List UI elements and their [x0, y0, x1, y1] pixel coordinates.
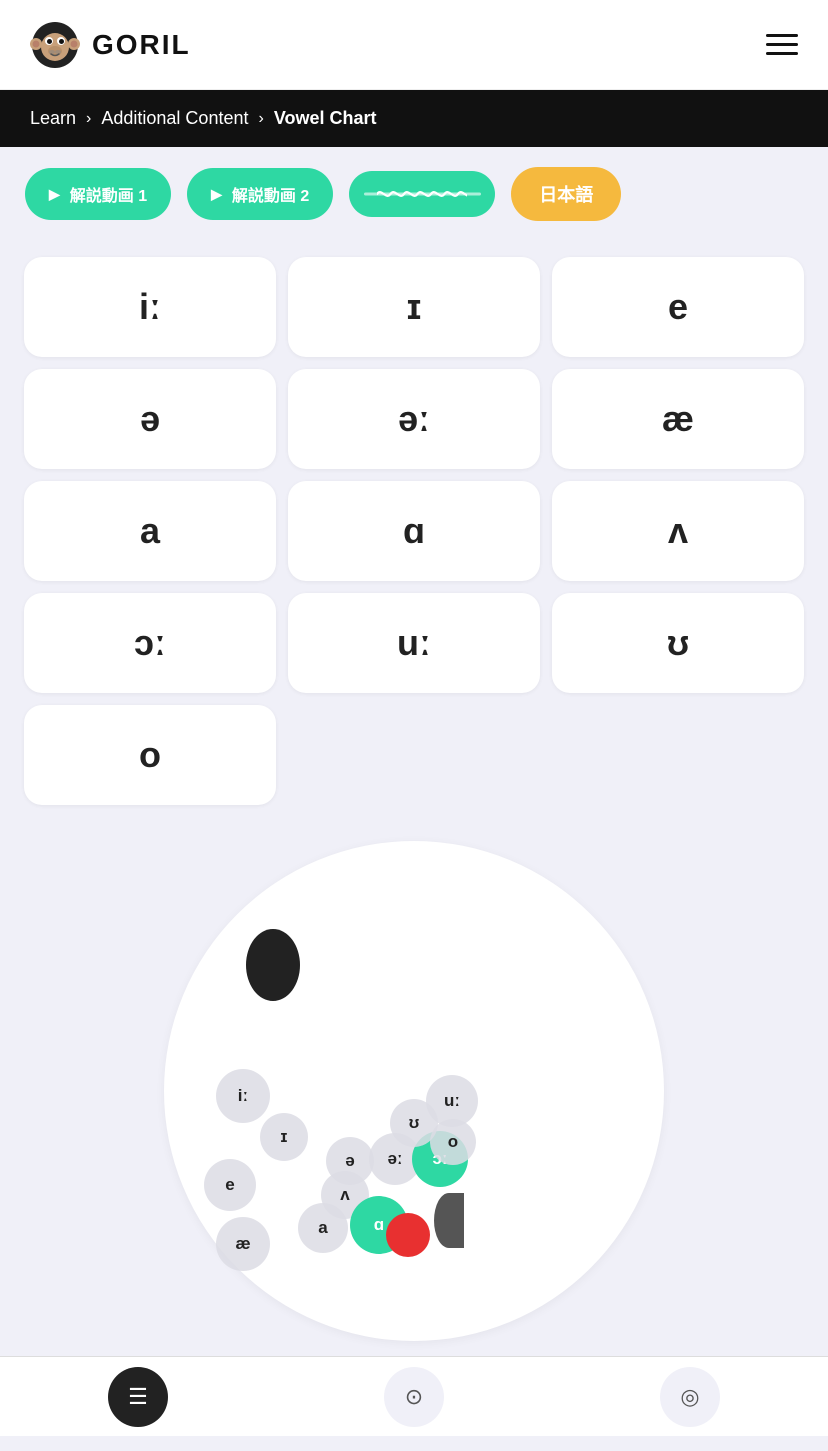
logo-text: GORIL: [92, 29, 191, 61]
vowel-card-aa[interactable]: ɑ: [288, 481, 540, 581]
video2-label: 解説動画 2: [232, 182, 309, 206]
vowel-card-uu[interactable]: uː: [288, 593, 540, 693]
vowel-diagram-circle: iː ɪ e ə əː æ a ʌ ɑ ɔː uː ʊ o: [164, 841, 664, 1341]
video1-label: 解説動画 1: [70, 182, 147, 206]
breadcrumb: Learn › Additional Content › Vowel Chart: [0, 90, 828, 147]
diagram-o[interactable]: o: [430, 1119, 476, 1165]
breadcrumb-learn[interactable]: Learn: [30, 108, 76, 129]
video1-button[interactable]: ▶ 解説動画 1: [25, 168, 171, 220]
logo-area: GORIL: [30, 20, 191, 70]
vowel-card-wedge[interactable]: ʌ: [552, 481, 804, 581]
vowel-card-e[interactable]: e: [552, 257, 804, 357]
vowel-card-upsilon[interactable]: ʊ: [552, 593, 804, 693]
logo-icon: [30, 20, 80, 70]
language-label: 日本語: [539, 185, 593, 205]
head-oval: [246, 929, 300, 1001]
breadcrumb-additional-content[interactable]: Additional Content: [101, 108, 248, 129]
action-buttons-row: ▶ 解説動画 1 ▶ 解説動画 2 日本語: [0, 147, 828, 241]
diagram-iː[interactable]: iː: [216, 1069, 270, 1123]
diagram-dark-shape: [434, 1193, 464, 1248]
vowel-card-open-o[interactable]: ɔː: [24, 593, 276, 693]
vowel-card-ii[interactable]: iː: [24, 257, 276, 357]
audio-wave-icon: [377, 185, 467, 203]
diagram-ɪ[interactable]: ɪ: [260, 1113, 308, 1161]
diagram-e[interactable]: e: [204, 1159, 256, 1211]
vowel-grid: iː ɪ e ə əː æ a ɑ ʌ ɔː uː ʊ o: [0, 241, 828, 821]
nav-icon-2: ⊙: [405, 1384, 423, 1410]
play-icon-2: ▶: [211, 186, 222, 203]
play-icon-1: ▶: [49, 186, 60, 203]
nav-item-2[interactable]: ⊙: [384, 1367, 444, 1427]
video2-button[interactable]: ▶ 解説動画 2: [187, 168, 333, 220]
diagram-red-dot[interactable]: [386, 1213, 430, 1257]
chevron-icon-1: ›: [86, 110, 91, 128]
bottom-navigation: ☰ ⊙ ◎: [0, 1356, 828, 1436]
language-button[interactable]: 日本語: [511, 167, 621, 221]
nav-icon-3: ◎: [680, 1384, 699, 1410]
nav-item-1[interactable]: ☰: [108, 1367, 168, 1427]
app-header: GORIL: [0, 0, 828, 90]
vowel-diagram-section: iː ɪ e ə əː æ a ʌ ɑ ɔː uː ʊ o: [0, 821, 828, 1371]
diagram-ae[interactable]: æ: [216, 1217, 270, 1271]
chevron-icon-2: ›: [258, 110, 263, 128]
breadcrumb-vowel-chart: Vowel Chart: [274, 108, 377, 129]
vowel-card-schwa[interactable]: ə: [24, 369, 276, 469]
menu-button[interactable]: [766, 34, 798, 55]
vowel-card-ae[interactable]: æ: [552, 369, 804, 469]
nav-icon-1: ☰: [128, 1384, 148, 1410]
vowel-card-o[interactable]: o: [24, 705, 276, 805]
audio-button[interactable]: [349, 171, 495, 217]
vowel-card-schwa-long[interactable]: əː: [288, 369, 540, 469]
vowel-card-i[interactable]: ɪ: [288, 257, 540, 357]
nav-item-3[interactable]: ◎: [660, 1367, 720, 1427]
vowel-card-a[interactable]: a: [24, 481, 276, 581]
